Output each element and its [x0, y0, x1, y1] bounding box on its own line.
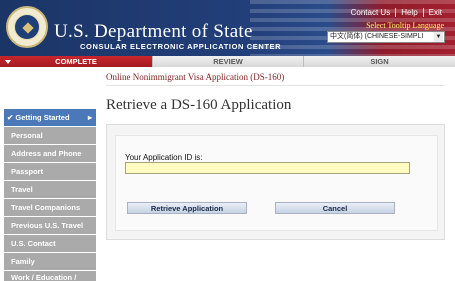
- help-link[interactable]: Help: [395, 8, 422, 17]
- sidebar-item-personal[interactable]: Personal: [4, 127, 96, 144]
- dropdown-arrow-icon: ▼: [434, 32, 443, 42]
- cancel-button[interactable]: Cancel: [275, 202, 395, 214]
- sidebar-item-getting-started[interactable]: ✔ Getting Started ▸: [4, 109, 96, 126]
- top-links: Contact Us Help Exit: [346, 8, 447, 17]
- language-select-value: 中文(简体) (CHINESE-SIMPLI: [330, 33, 424, 40]
- application-progress: COMPLETE REVIEW SIGN: [0, 56, 455, 67]
- application-id-input[interactable]: [125, 162, 410, 174]
- step-complete: COMPLETE: [0, 56, 152, 67]
- application-id-label: Your Application ID is:: [125, 153, 203, 162]
- sidebar-nav: ✔ Getting Started ▸ Personal Address and…: [4, 109, 96, 281]
- sidebar-item-address-and-phone[interactable]: Address and Phone: [4, 145, 96, 162]
- site-header: U.S. Department of State CONSULAR ELECTR…: [0, 0, 455, 56]
- sidebar-item-travel-companions[interactable]: Travel Companions: [4, 199, 96, 216]
- sidebar-item-previous-us-travel[interactable]: Previous U.S. Travel: [4, 217, 96, 234]
- application-subtitle: Online Nonimmigrant Visa Application (DS…: [106, 72, 285, 82]
- step-review: REVIEW: [152, 56, 303, 67]
- department-seal-icon: [6, 6, 48, 48]
- sidebar-item-passport[interactable]: Passport: [4, 163, 96, 180]
- retrieve-form-panel: [106, 124, 445, 240]
- retrieve-application-button[interactable]: Retrieve Application: [127, 202, 247, 214]
- sidebar-item-family[interactable]: Family: [4, 253, 96, 270]
- ceac-tagline: CONSULAR ELECTRONIC APPLICATION CENTER: [80, 42, 282, 51]
- current-step-arrow-icon: [5, 60, 11, 64]
- sidebar-item-travel[interactable]: Travel: [4, 181, 96, 198]
- sidebar-item-work-education-training[interactable]: Work / Education / Training: [4, 271, 96, 281]
- department-brand: U.S. Department of State: [54, 21, 253, 42]
- chevron-right-icon: ▸: [87, 113, 92, 122]
- sidebar-item-us-contact[interactable]: U.S. Contact: [4, 235, 96, 252]
- exit-link[interactable]: Exit: [422, 8, 447, 17]
- tooltip-language-label: Select Tooltip Language: [366, 21, 444, 30]
- language-select[interactable]: 中文(简体) (CHINESE-SIMPLI ▼: [327, 31, 445, 43]
- page-title: Retrieve a DS-160 Application: [106, 97, 292, 113]
- check-icon: ✔: [7, 113, 14, 122]
- divider: [106, 85, 445, 86]
- step-sign: SIGN: [303, 56, 455, 67]
- contact-us-link[interactable]: Contact Us: [346, 8, 396, 17]
